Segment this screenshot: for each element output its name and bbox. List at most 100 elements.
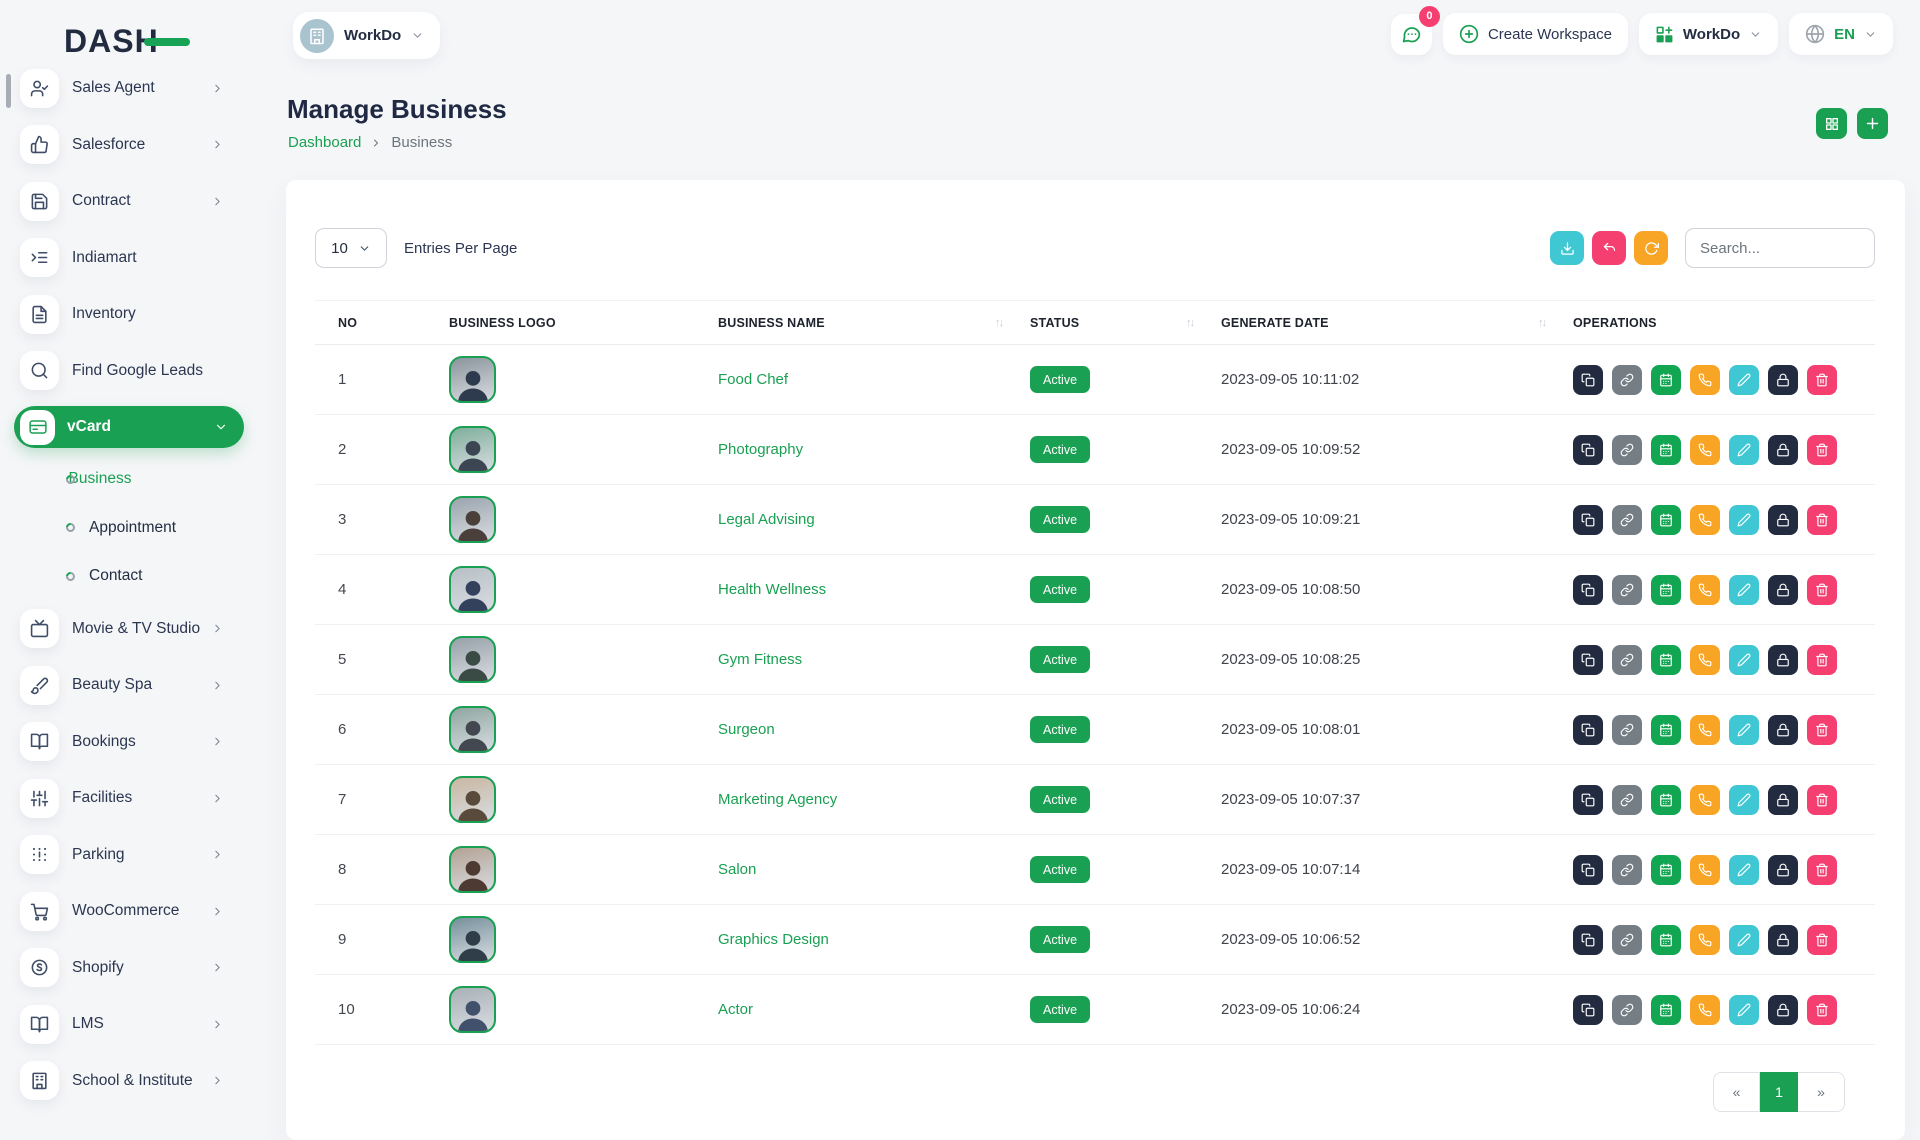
- messages-button[interactable]: 0: [1391, 14, 1432, 55]
- business-name-link[interactable]: Gym Fitness: [718, 651, 802, 668]
- business-logo[interactable]: [449, 846, 496, 893]
- business-logo[interactable]: [449, 356, 496, 403]
- business-name-link[interactable]: Actor: [718, 1001, 753, 1018]
- sidebar-subitem-business[interactable]: Business: [0, 455, 258, 504]
- password-button[interactable]: [1768, 645, 1798, 675]
- appointments-button[interactable]: [1651, 785, 1681, 815]
- password-button[interactable]: [1768, 715, 1798, 745]
- appointments-button[interactable]: [1651, 435, 1681, 465]
- edit-button[interactable]: [1729, 575, 1759, 605]
- business-name-link[interactable]: Health Wellness: [718, 581, 826, 598]
- open-link-button[interactable]: [1612, 855, 1642, 885]
- breadcrumb-dashboard-link[interactable]: Dashboard: [288, 134, 361, 151]
- copy-button[interactable]: [1573, 435, 1603, 465]
- sidebar-item-vcard[interactable]: vCard: [14, 406, 244, 448]
- sidebar-item-salesforce[interactable]: Salesforce: [0, 117, 258, 174]
- edit-button[interactable]: [1729, 715, 1759, 745]
- open-link-button[interactable]: [1612, 505, 1642, 535]
- refresh-button[interactable]: [1634, 231, 1668, 265]
- open-link-button[interactable]: [1612, 925, 1642, 955]
- delete-button[interactable]: [1807, 575, 1837, 605]
- business-logo[interactable]: [449, 776, 496, 823]
- copy-button[interactable]: [1573, 365, 1603, 395]
- sidebar-item-contract[interactable]: Contract: [0, 173, 258, 230]
- business-name-link[interactable]: Marketing Agency: [718, 791, 837, 808]
- delete-button[interactable]: [1807, 785, 1837, 815]
- delete-button[interactable]: [1807, 855, 1837, 885]
- copy-button[interactable]: [1573, 505, 1603, 535]
- sidebar-subitem-appointment[interactable]: Appointment: [0, 504, 258, 553]
- workspace-switcher[interactable]: WorkDo: [293, 12, 440, 59]
- pagination-prev-button[interactable]: «: [1713, 1072, 1760, 1112]
- delete-button[interactable]: [1807, 995, 1837, 1025]
- password-button[interactable]: [1768, 505, 1798, 535]
- business-name-link[interactable]: Salon: [718, 861, 756, 878]
- grid-view-button[interactable]: [1816, 108, 1847, 139]
- contacts-button[interactable]: [1690, 715, 1720, 745]
- business-logo[interactable]: [449, 566, 496, 613]
- sidebar-item-sales-agent[interactable]: Sales Agent: [0, 60, 258, 117]
- sidebar-item-indiamart[interactable]: Indiamart: [0, 230, 258, 287]
- sidebar-item-woocommerce[interactable]: WooCommerce: [0, 883, 258, 940]
- open-link-button[interactable]: [1612, 645, 1642, 675]
- undo-button[interactable]: [1592, 231, 1626, 265]
- appointments-button[interactable]: [1651, 575, 1681, 605]
- pagination-page-1[interactable]: 1: [1760, 1072, 1798, 1112]
- open-link-button[interactable]: [1612, 365, 1642, 395]
- contacts-button[interactable]: [1690, 995, 1720, 1025]
- open-link-button[interactable]: [1612, 995, 1642, 1025]
- contacts-button[interactable]: [1690, 435, 1720, 465]
- business-logo[interactable]: [449, 496, 496, 543]
- entries-per-page-select[interactable]: 10: [315, 228, 387, 268]
- open-link-button[interactable]: [1612, 785, 1642, 815]
- appointments-button[interactable]: [1651, 715, 1681, 745]
- edit-button[interactable]: [1729, 645, 1759, 675]
- create-workspace-button[interactable]: Create Workspace: [1443, 13, 1628, 55]
- pagination-next-button[interactable]: »: [1798, 1072, 1845, 1112]
- sidebar-item-facilities[interactable]: Facilities: [0, 770, 258, 827]
- business-logo[interactable]: [449, 706, 496, 753]
- edit-button[interactable]: [1729, 435, 1759, 465]
- password-button[interactable]: [1768, 575, 1798, 605]
- password-button[interactable]: [1768, 855, 1798, 885]
- appointments-button[interactable]: [1651, 995, 1681, 1025]
- contacts-button[interactable]: [1690, 365, 1720, 395]
- copy-button[interactable]: [1573, 575, 1603, 605]
- sidebar-item-find-google-leads[interactable]: Find Google Leads: [0, 343, 258, 400]
- open-link-button[interactable]: [1612, 715, 1642, 745]
- copy-button[interactable]: [1573, 715, 1603, 745]
- delete-button[interactable]: [1807, 925, 1837, 955]
- contacts-button[interactable]: [1690, 855, 1720, 885]
- create-business-button[interactable]: [1857, 108, 1888, 139]
- apps-menu-button[interactable]: WorkDo: [1639, 13, 1778, 55]
- open-link-button[interactable]: [1612, 435, 1642, 465]
- edit-button[interactable]: [1729, 995, 1759, 1025]
- contacts-button[interactable]: [1690, 925, 1720, 955]
- edit-button[interactable]: [1729, 925, 1759, 955]
- appointments-button[interactable]: [1651, 505, 1681, 535]
- password-button[interactable]: [1768, 995, 1798, 1025]
- business-name-link[interactable]: Graphics Design: [718, 931, 829, 948]
- copy-button[interactable]: [1573, 855, 1603, 885]
- delete-button[interactable]: [1807, 435, 1837, 465]
- sidebar-item-parking[interactable]: Parking: [0, 827, 258, 884]
- sidebar-item-bookings[interactable]: Bookings: [0, 714, 258, 771]
- search-input[interactable]: [1685, 228, 1875, 268]
- copy-button[interactable]: [1573, 785, 1603, 815]
- contacts-button[interactable]: [1690, 575, 1720, 605]
- language-menu-button[interactable]: EN: [1789, 13, 1893, 55]
- sidebar-item-lms[interactable]: LMS: [0, 996, 258, 1053]
- sidebar-subitem-contact[interactable]: Contact: [0, 552, 258, 601]
- column-header-business-name[interactable]: BUSINESS NAME↑↓: [718, 316, 1030, 330]
- copy-button[interactable]: [1573, 925, 1603, 955]
- password-button[interactable]: [1768, 365, 1798, 395]
- sidebar-item-inventory[interactable]: Inventory: [0, 286, 258, 343]
- column-header-generate-date[interactable]: GENERATE DATE↑↓: [1221, 316, 1573, 330]
- export-button[interactable]: [1550, 231, 1584, 265]
- business-name-link[interactable]: Photography: [718, 441, 803, 458]
- password-button[interactable]: [1768, 785, 1798, 815]
- appointments-button[interactable]: [1651, 855, 1681, 885]
- delete-button[interactable]: [1807, 505, 1837, 535]
- edit-button[interactable]: [1729, 855, 1759, 885]
- contacts-button[interactable]: [1690, 645, 1720, 675]
